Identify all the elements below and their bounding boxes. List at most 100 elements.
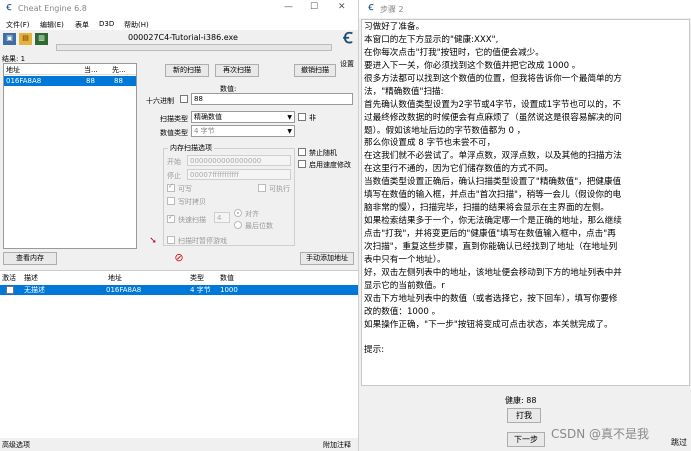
tutorial-title-bar: Ꞓ 步骤 2 <box>359 0 691 18</box>
tutorial-line: 首先确认数值类型设置为2字节或4字节，设置成1字节也可以的，不 <box>364 99 622 110</box>
watermark: CSDN @真不是我 <box>551 427 650 441</box>
ce-window-title: Cheat Engine 6.8 <box>18 4 87 13</box>
col-value[interactable]: 数值 <box>220 273 234 283</box>
copy-on-write-checkbox[interactable] <box>167 197 175 205</box>
hex-checkbox[interactable] <box>180 95 188 103</box>
table-row[interactable]: 无描述 016FA8A8 4 字节 1000 <box>0 285 358 295</box>
tutorial-line <box>364 332 689 345</box>
result-row[interactable]: 016FA8A8 88 88 <box>4 76 136 86</box>
next-step-button[interactable]: 下一步 <box>507 432 545 447</box>
value-type-label: 数值类型 <box>160 129 188 137</box>
cheat-engine-window: Ꞓ Cheat Engine 6.8 — ☐ ✕ 文件(F) 编辑(E) 表单 … <box>0 0 358 451</box>
col-address[interactable]: 地址 <box>6 65 20 75</box>
executable-checkbox[interactable] <box>258 184 266 192</box>
chevron-down-icon: ▼ <box>287 128 292 135</box>
tutorial-line: 双击下方地址列表中的数值（或者选择它，按下回车），填写你要修 <box>364 293 618 304</box>
pointer-scan-arrow-icon[interactable]: ➘ <box>147 236 159 248</box>
table-extras-link[interactable]: 附加注释 <box>323 440 351 450</box>
writable-checkbox[interactable] <box>167 182 175 192</box>
clear-list-icon[interactable]: ⊘ <box>173 252 185 264</box>
scan-type-select[interactable]: 精确数值 ▼ <box>191 111 295 123</box>
hex-label: 十六进制 <box>146 97 174 105</box>
settings-label[interactable]: 设置 <box>340 59 354 69</box>
tutorial-line: 习做好了准备。 <box>364 22 425 32</box>
new-scan-button[interactable]: 新的扫描 <box>165 64 209 77</box>
pause-game-checkbox[interactable] <box>167 236 175 244</box>
process-name: 000027C4-Tutorial-i386.exe <box>128 33 238 42</box>
result-current: 88 <box>86 77 95 85</box>
address-table[interactable]: 激活 描述 地址 类型 数值 无描述 016FA8A8 4 字节 1000 <box>0 270 358 438</box>
tutorial-line: 题）。假如该地址后边的字节数值都为 0 ， <box>364 125 526 136</box>
tutorial-window-title: 步骤 2 <box>380 5 404 14</box>
cheat-engine-logo-icon: Ꞓ <box>6 3 12 12</box>
col-current[interactable]: 当... <box>84 65 98 75</box>
active-checkbox[interactable] <box>6 286 14 294</box>
last-digits-radio[interactable] <box>234 221 242 229</box>
fast-scan-label: 快速扫描 <box>178 216 206 224</box>
pause-game-label: 扫描时暂停游戏 <box>178 237 227 245</box>
tutorial-line: 改的数值：1000 。 <box>364 306 441 317</box>
close-icon[interactable]: ✕ <box>338 2 346 12</box>
table-row-type: 4 字节 <box>190 286 211 294</box>
menu-d3d[interactable]: D3D <box>99 20 114 28</box>
col-previous[interactable]: 先... <box>112 65 126 75</box>
menu-edit[interactable]: 编辑(E) <box>40 20 64 30</box>
align-radio[interactable] <box>234 209 242 217</box>
tutorial-text-area[interactable]: 习做好了准备。 本窗口的左下方显示的"健康:XXX", 在你每次点击"打我"按钮时，… <box>361 19 690 386</box>
table-row-value: 1000 <box>220 286 238 294</box>
start-address-input[interactable]: 0000000000000000 <box>187 155 291 166</box>
advanced-options-link[interactable]: 高级选项 <box>2 440 30 450</box>
ce-title-bar: Ꞓ Cheat Engine 6.8 — ☐ ✕ <box>0 0 358 18</box>
tutorial-line: 过最终修改数据的时候便会有点麻烦了（虽然说这是很容易解决的问 <box>364 112 622 123</box>
col-description[interactable]: 描述 <box>24 273 38 283</box>
health-label: 健康: 88 <box>505 396 537 405</box>
start-label: 开始 <box>167 158 181 166</box>
menu-table[interactable]: 表单 <box>75 20 89 30</box>
next-scan-button[interactable]: 再次扫描 <box>215 64 259 77</box>
tutorial-instructions: 习做好了准备。 本窗口的左下方显示的"健康:XXX", 在你每次点击"打我"按钮时，… <box>364 21 689 357</box>
menu-bar: 文件(F) 编辑(E) 表单 D3D 帮助(H) <box>0 18 358 30</box>
cheat-engine-logo-icon: Ꞓ <box>368 3 374 12</box>
undo-scan-button[interactable]: 撤销扫描 <box>294 64 336 77</box>
save-file-icon[interactable]: ▥ <box>35 33 48 45</box>
results-list[interactable]: 地址 当... 先... 016FA8A8 88 88 <box>3 63 137 249</box>
disable-random-checkbox[interactable] <box>298 148 306 156</box>
align-label: 对齐 <box>245 210 259 218</box>
col-active[interactable]: 激活 <box>2 273 16 283</box>
settings-logo-icon[interactable]: Ꞓ <box>340 31 356 51</box>
maximize-icon[interactable]: ☐ <box>310 2 318 12</box>
open-process-icon[interactable]: ▣ <box>3 33 16 45</box>
menu-file[interactable]: 文件(F) <box>6 20 30 30</box>
tutorial-line: 好，双击左侧列表中的地址，该地址便会移动到下方的地址列表中并 <box>364 267 622 278</box>
tutorial-line: 很多方法都可以找到这个数值的位置，但我将告诉你一个最简单的方 <box>364 73 622 84</box>
view-memory-button[interactable]: 查看内存 <box>3 252 57 265</box>
not-checkbox[interactable] <box>298 113 306 121</box>
tutorial-line: 点击"打我"，并将变更后的"健康值"填写在数值输入框中，点击"再 <box>364 229 616 239</box>
tutorial-line: 表中只有一个地址）。 <box>364 254 446 265</box>
menu-help[interactable]: 帮助(H) <box>124 20 149 30</box>
skip-link[interactable]: 跳过 <box>671 437 687 448</box>
tutorial-line: 在这里行不通的，因为它们储存数值的方式不同。 <box>364 164 554 175</box>
result-previous: 88 <box>114 77 123 85</box>
add-address-manually-button[interactable]: 手动添加地址 <box>300 252 354 265</box>
open-file-icon[interactable]: ▤ <box>19 33 32 45</box>
enable-speedhack-checkbox[interactable] <box>298 160 306 168</box>
value-input[interactable]: 88 <box>191 93 353 105</box>
tutorial-line: 在你每次点击"打我"按钮时，它的值便会减少。 <box>364 47 544 58</box>
tutorial-line: 填写在数值的输入框，并点击"首次扫描"，稍等一会儿（假设你的电 <box>364 190 622 201</box>
hit-me-button[interactable]: 打我 <box>507 408 541 423</box>
minimize-icon[interactable]: — <box>284 2 293 12</box>
stop-address-input[interactable]: 00007fffffffffff <box>187 169 291 180</box>
value-type-select[interactable]: 4 字节 ▼ <box>191 125 295 137</box>
fast-scan-alignment-input[interactable]: 4 <box>214 212 230 223</box>
tutorial-line: 提示: <box>364 345 385 356</box>
memory-scan-options-label: 内存扫描选项 <box>168 143 214 153</box>
writable-label: 可写 <box>178 185 192 193</box>
tutorial-line: 如果操作正确，"下一步"按钮将变成可点击状态，本关就完成了。 <box>364 319 613 330</box>
col-table-address[interactable]: 地址 <box>108 273 122 283</box>
scan-type-label: 扫描类型 <box>160 115 188 123</box>
results-header: 地址 当... 先... <box>4 64 136 75</box>
fast-scan-checkbox[interactable] <box>167 213 175 223</box>
value-type-value: 4 字节 <box>194 127 215 135</box>
col-type[interactable]: 类型 <box>190 273 204 283</box>
